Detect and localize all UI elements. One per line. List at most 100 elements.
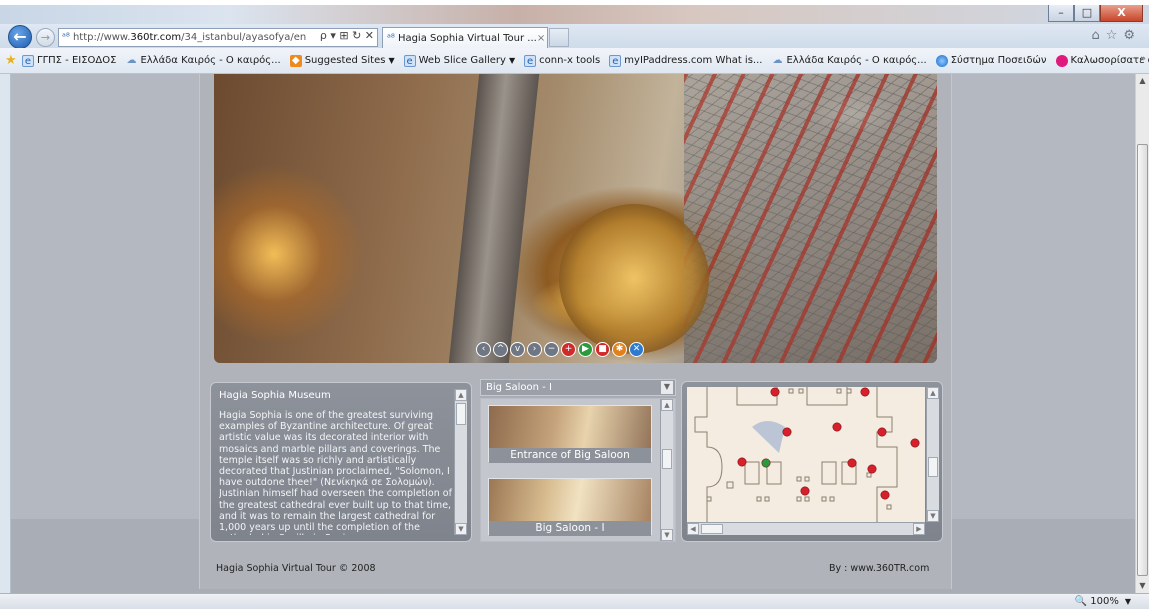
map-hotspot[interactable] (782, 427, 792, 437)
scroll-down-icon[interactable]: ▼ (927, 510, 939, 522)
scroll-up-icon[interactable]: ▲ (1136, 74, 1149, 88)
map-hotspot[interactable] (847, 458, 857, 468)
panorama-pillar (448, 74, 540, 363)
scene-thumbnail[interactable]: Big Saloon - I (488, 478, 652, 536)
chevron-down-icon[interactable]: ▼ (509, 56, 515, 65)
scroll-right-icon[interactable]: ▶ (913, 523, 925, 535)
title-bar: – □ X (0, 5, 1149, 24)
floor-plan-panel: ▲ ▼ ◀ ▶ (681, 381, 943, 542)
page-content: ‹ ^ v › − + ▶ ■ ✱ ✕ Hagia Sophia Museum Hagia Sop… (11, 74, 1135, 593)
minimize-button[interactable]: – (1048, 5, 1074, 22)
scroll-up-icon[interactable]: ▲ (661, 399, 673, 411)
favorites-list: e ΓΓΠΣ - ΕΙΣΟΔΟΣ ☁ Ελλάδα Καιρός - Ο καιρός… (22, 54, 1149, 67)
address-tools-icons[interactable]: ρ ▾ ⊞ ↻ ✕ (316, 29, 374, 42)
hotspot-icon[interactable]: ✱ (612, 342, 627, 357)
scene-select-value: Big Saloon - I (486, 382, 552, 393)
fullscreen-icon[interactable]: ✕ (629, 342, 644, 357)
map-hotspot[interactable] (910, 438, 920, 448)
scroll-thumb[interactable] (701, 524, 723, 534)
description-scrollbar[interactable]: ▲ ▼ (454, 389, 467, 535)
favorites-bar: ★ e ΓΓΠΣ - ΕΙΣΟΔΟΣ ☁ Ελλάδα Καιρός - Ο καιρ… (0, 48, 1149, 74)
pan-right-icon[interactable]: › (527, 342, 542, 357)
chevron-down-icon[interactable]: ▼ (661, 381, 673, 394)
back-button[interactable]: ← (8, 25, 32, 49)
scroll-thumb[interactable] (456, 403, 466, 425)
favorite-link[interactable]: e conn-x tools (524, 54, 600, 67)
window-controls: – □ X (1048, 5, 1143, 23)
zoom-in-icon[interactable]: + (561, 342, 576, 357)
scene-thumbnail-label: Big Saloon - I (489, 521, 651, 536)
map-hotspot[interactable] (867, 464, 877, 474)
map-vertical-scrollbar[interactable]: ▲ ▼ (926, 387, 939, 522)
favorite-link[interactable]: ☁ Ελλάδα Καιρός - Ο καιρός... (771, 55, 926, 67)
tab-title: Hagia Sophia Virtual Tour ... (397, 32, 537, 44)
favorite-link[interactable]: e myIPaddress.com What is... (609, 54, 762, 67)
new-tab-button[interactable] (549, 28, 569, 47)
scroll-down-icon[interactable]: ▼ (455, 523, 467, 535)
favorite-label: Suggested Sites (304, 55, 386, 66)
scroll-thumb[interactable] (928, 457, 938, 477)
favorites-more-icon[interactable]: » (1140, 54, 1146, 64)
favorite-link[interactable]: Σύστημα Ποσειδών (935, 54, 1047, 67)
favorite-label: ΓΓΠΣ - ΕΙΣΟΔΟΣ (37, 55, 117, 66)
favorite-link[interactable]: e Web Slice Gallery ▼ (403, 54, 515, 67)
favorite-label: Καλωσορίσατε στο ecare... (1070, 55, 1149, 66)
scroll-up-icon[interactable]: ▲ (927, 387, 939, 399)
scene-thumbnail-image (489, 479, 651, 521)
favorite-link[interactable]: ◆ Suggested Sites ▼ (289, 54, 395, 67)
scroll-thumb[interactable] (662, 449, 672, 469)
forward-button[interactable]: → (36, 28, 55, 47)
zoom-out-icon[interactable]: − (544, 342, 559, 357)
map-hotspot[interactable] (860, 387, 870, 397)
ie-page-icon: e (609, 54, 622, 67)
window-left-border (0, 74, 11, 593)
scroll-thumb[interactable] (1137, 144, 1148, 576)
zoom-level: 100% (1090, 596, 1119, 607)
floor-plan-svg (694, 387, 920, 522)
weather-cloud-icon: ☁ (126, 54, 137, 66)
favorites-star-icon[interactable]: ★ (5, 53, 17, 68)
home-favorites-tools-icons[interactable]: ⌂☆⚙ (1091, 28, 1141, 43)
favorite-link[interactable]: e ΓΓΠΣ - ΕΙΣΟΔΟΣ (22, 54, 117, 67)
scroll-down-icon[interactable]: ▼ (1136, 579, 1149, 593)
map-hotspot[interactable] (800, 486, 810, 496)
map-hotspot[interactable] (770, 387, 780, 397)
zoom-control[interactable]: 🔍 100% ▼ (1075, 596, 1131, 607)
scene-select[interactable]: Big Saloon - I ▼ (480, 379, 676, 396)
address-bar[interactable]: ᵃ⁸ http://www.360tr.com/34_istanbul/ayas… (58, 28, 378, 47)
map-hotspot[interactable] (737, 457, 747, 467)
maximize-button[interactable]: □ (1074, 5, 1100, 22)
panorama-dome (559, 204, 709, 354)
tour-copyright: Hagia Sophia Virtual Tour © 2008 (216, 563, 376, 574)
map-hotspot[interactable] (877, 427, 887, 437)
tab-favicon-icon: ᵃ⁸ (387, 32, 395, 44)
tab-close-icon[interactable]: × (537, 33, 545, 44)
favorite-link[interactable]: ☁ Ελλάδα Καιρός - Ο καιρός... (125, 55, 280, 67)
scene-scrollbar[interactable]: ▲ ▼ (660, 399, 673, 541)
favorite-label: Ελλάδα Καιρός - Ο καιρός... (786, 55, 927, 66)
favorite-link[interactable]: Καλωσορίσατε στο ecare... (1055, 54, 1149, 67)
scroll-up-icon[interactable]: ▲ (455, 389, 467, 401)
chevron-down-icon[interactable]: ▼ (388, 56, 394, 65)
current-location-marker[interactable] (761, 458, 771, 468)
close-window-button[interactable]: X (1100, 5, 1143, 22)
page-scrollbar[interactable]: ▲ ▼ (1135, 74, 1149, 593)
scene-thumbnail-label: Entrance of Big Saloon (489, 448, 651, 463)
map-horizontal-scrollbar[interactable]: ◀ ▶ (687, 522, 925, 535)
map-hotspot[interactable] (880, 490, 890, 500)
pan-up-icon[interactable]: ^ (493, 342, 508, 357)
address-prefix: http://www. (72, 32, 131, 43)
floor-plan-map[interactable] (687, 387, 925, 522)
pan-down-icon[interactable]: v (510, 342, 525, 357)
tour-credit-link[interactable]: By : www.360TR.com (829, 563, 929, 574)
pan-left-icon[interactable]: ‹ (476, 342, 491, 357)
play-icon[interactable]: ▶ (578, 342, 593, 357)
scroll-down-icon[interactable]: ▼ (661, 529, 673, 541)
scene-thumbnail[interactable]: Entrance of Big Saloon (488, 405, 652, 463)
map-hotspot[interactable] (832, 422, 842, 432)
tab-hagia-sophia[interactable]: ᵃ⁸ Hagia Sophia Virtual Tour ... × (382, 27, 548, 48)
stop-icon[interactable]: ■ (595, 342, 610, 357)
panorama-viewer[interactable]: ‹ ^ v › − + ▶ ■ ✱ ✕ (214, 74, 937, 363)
scroll-left-icon[interactable]: ◀ (687, 523, 699, 535)
favorite-label: Σύστημα Ποσειδών (950, 55, 1047, 66)
